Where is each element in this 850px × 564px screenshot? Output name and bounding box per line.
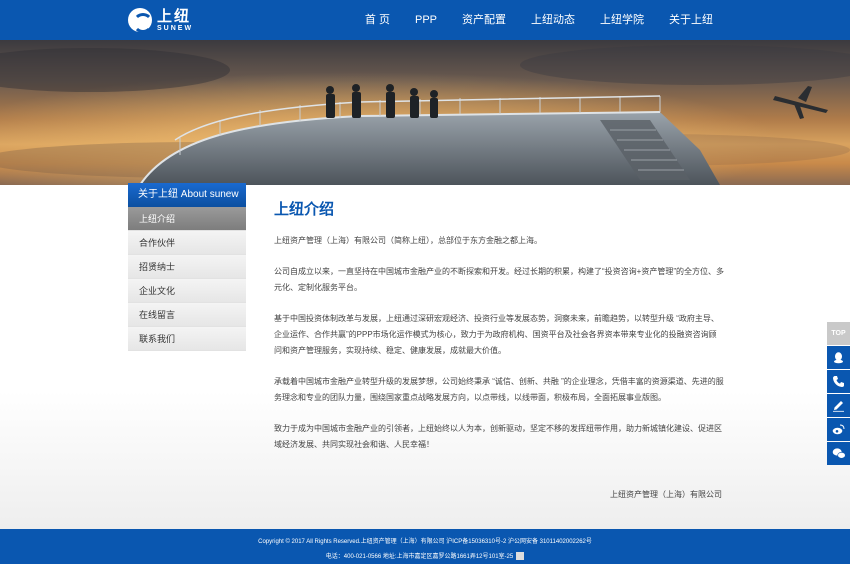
sidebar-item-message[interactable]: 在线留言 xyxy=(128,303,246,327)
logo[interactable]: 上纽 SUNEW xyxy=(128,6,193,34)
weibo-button[interactable] xyxy=(827,418,850,441)
site-header: 上纽 SUNEW 首 页 PPP 资产配置 上纽动态 上纽学院 关于上纽 xyxy=(0,0,850,40)
floating-toolbar: TOP xyxy=(827,322,850,466)
back-to-top-button[interactable]: TOP xyxy=(827,322,850,345)
logo-name-en: SUNEW xyxy=(157,24,194,32)
company-signature: 上纽资产管理（上海）有限公司 xyxy=(610,490,722,499)
security-badge-icon[interactable] xyxy=(516,552,525,561)
sidebar-item-culture[interactable]: 企业文化 xyxy=(128,279,246,303)
wechat-icon xyxy=(832,448,846,459)
phone-button[interactable] xyxy=(827,370,850,393)
weibo-icon xyxy=(832,424,845,435)
contact-address-text: 电话：400-021-0566 地址:上海市嘉定区嘉罗公路1661弄12号101… xyxy=(325,554,514,560)
page-title: 上纽介绍 xyxy=(274,201,335,218)
intro-paragraph: 公司自成立以来，一直坚持在中国城市金融产业的不断探索和开发。经过长期的积累，构建… xyxy=(274,267,724,292)
intro-paragraph: 基于中国投资体制改革与发展，上纽通过深研宏观经济、投资行业等发展态势，洞察未来，… xyxy=(274,314,719,355)
hero-banner xyxy=(0,40,850,185)
logo-mark-icon xyxy=(128,8,153,33)
intro-paragraph: 致力于成为中国城市金融产业的引领者，上纽始终以人为本，创新驱动，坚定不移的发挥纽… xyxy=(274,424,722,449)
banner-illustration xyxy=(0,40,850,185)
intro-paragraph: 承载着中国城市金融产业转型升级的发展梦想，公司始终秉承 “诚信、创新、共融 ”的… xyxy=(274,377,724,402)
qq-button[interactable] xyxy=(827,346,850,369)
main-nav: 首 页 PPP 资产配置 上纽动态 上纽学院 关于上纽 xyxy=(349,0,722,40)
sidebar-item-partners[interactable]: 合作伙伴 xyxy=(128,231,246,255)
nav-ppp[interactable]: PPP xyxy=(406,0,446,40)
nav-academy[interactable]: 上纽学院 xyxy=(591,0,653,40)
nav-news[interactable]: 上纽动态 xyxy=(522,0,584,40)
copyright-text: Copyright © 2017 All Rights Reserved.上纽资… xyxy=(258,539,592,545)
main-content: 上纽介绍 上纽资产管理（上海）有限公司（简称上纽），总部位于东方金融之都上海。 … xyxy=(274,198,724,468)
pencil-icon xyxy=(833,401,844,412)
phone-icon xyxy=(833,376,844,387)
sidebar-item-careers[interactable]: 招贤纳士 xyxy=(128,255,246,279)
sidebar-heading: 关于上纽 About sunew xyxy=(128,183,246,207)
message-button[interactable] xyxy=(827,394,850,417)
sidebar-item-introduction[interactable]: 上纽介绍 xyxy=(128,207,246,231)
sidebar: 关于上纽 About sunew 上纽介绍 合作伙伴 招贤纳士 企业文化 在线留… xyxy=(128,183,246,351)
nav-asset-allocation[interactable]: 资产配置 xyxy=(453,0,515,40)
nav-home[interactable]: 首 页 xyxy=(356,0,399,40)
intro-paragraph: 上纽资产管理（上海）有限公司（简称上纽），总部位于东方金融之都上海。 xyxy=(274,236,542,245)
wechat-button[interactable] xyxy=(827,442,850,465)
nav-about[interactable]: 关于上纽 xyxy=(660,0,722,40)
qq-icon xyxy=(834,352,843,364)
site-footer: Copyright © 2017 All Rights Reserved.上纽资… xyxy=(0,529,850,564)
sidebar-item-contact[interactable]: 联系我们 xyxy=(128,327,246,351)
logo-name-cn: 上纽 xyxy=(157,7,192,25)
